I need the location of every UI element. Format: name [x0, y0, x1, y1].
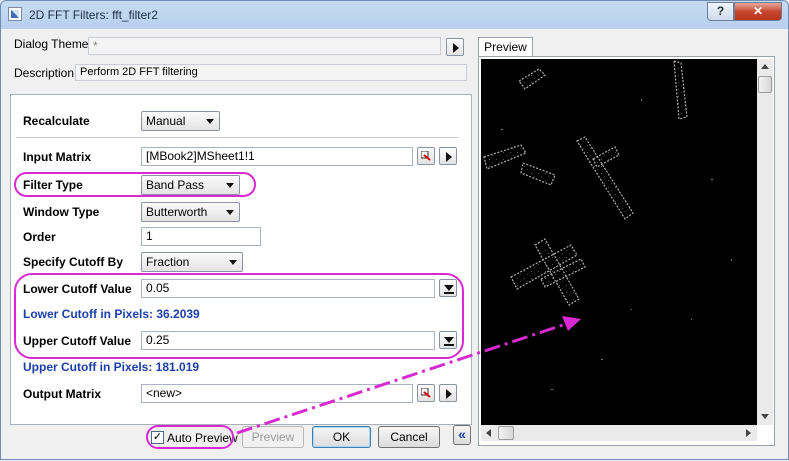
annotation-arrow: [236, 316, 581, 435]
dialog-window: 2D FFT Filters: fft_filter2 ? ✕ Dialog T…: [0, 0, 789, 460]
